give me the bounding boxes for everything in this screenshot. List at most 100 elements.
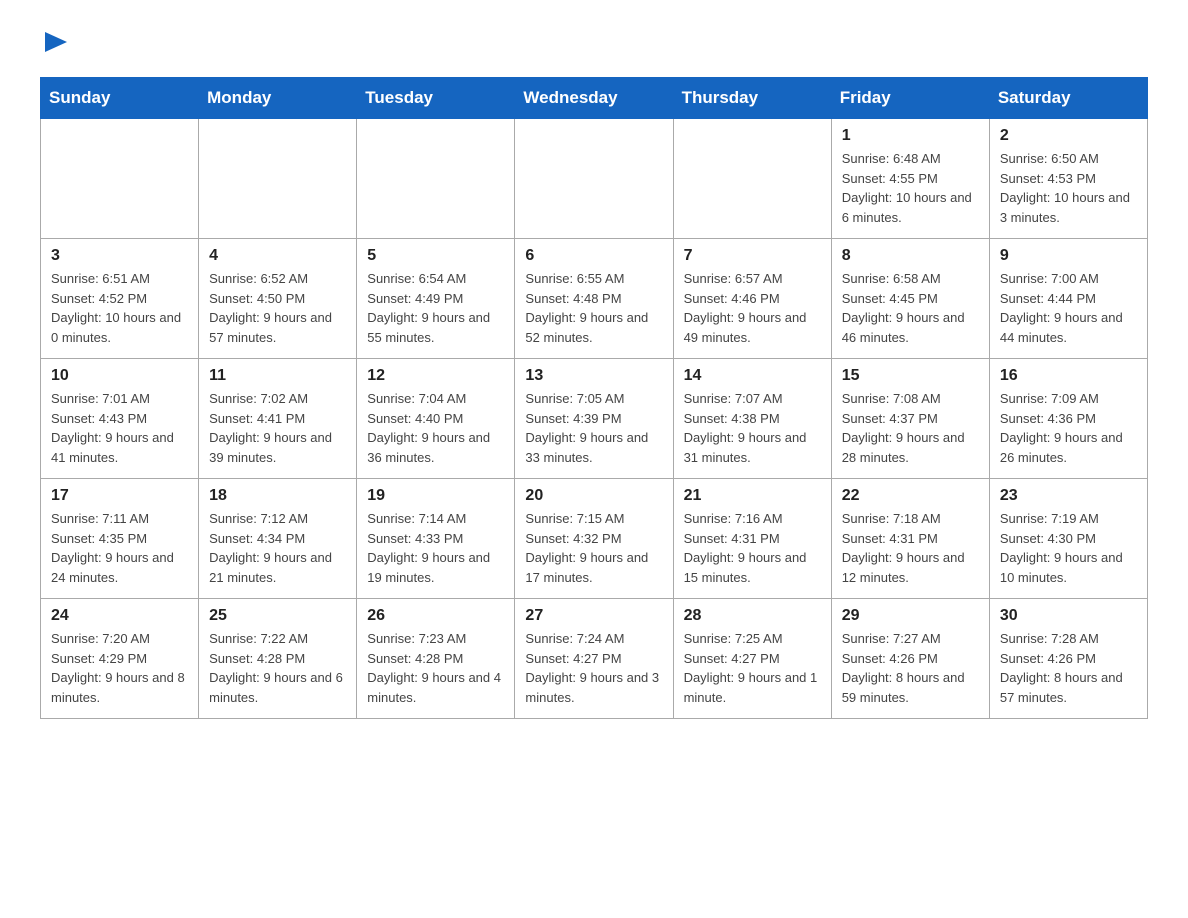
day-info: Sunrise: 7:01 AMSunset: 4:43 PMDaylight:… [51,389,188,467]
calendar-week-row-1: 1 Sunrise: 6:48 AMSunset: 4:55 PMDaylight… [41,119,1148,239]
day-number: 16 [1000,367,1137,385]
day-number: 23 [1000,487,1137,505]
calendar-cell: 18 Sunrise: 7:12 AMSunset: 4:34 PMDayligh… [199,479,357,599]
day-number: 4 [209,247,346,265]
day-number: 21 [684,487,821,505]
day-info: Sunrise: 6:51 AMSunset: 4:52 PMDaylight:… [51,269,188,347]
calendar-cell: 2 Sunrise: 6:50 AMSunset: 4:53 PMDaylight… [989,119,1147,239]
calendar-week-row-2: 3 Sunrise: 6:51 AMSunset: 4:52 PMDaylight… [41,239,1148,359]
day-info: Sunrise: 7:11 AMSunset: 4:35 PMDaylight:… [51,509,188,587]
day-info: Sunrise: 6:50 AMSunset: 4:53 PMDaylight:… [1000,149,1137,227]
day-info: Sunrise: 7:27 AMSunset: 4:26 PMDaylight:… [842,629,979,707]
day-number: 2 [1000,127,1137,145]
day-info: Sunrise: 7:15 AMSunset: 4:32 PMDaylight:… [525,509,662,587]
day-number: 14 [684,367,821,385]
calendar-cell: 27 Sunrise: 7:24 AMSunset: 4:27 PMDayligh… [515,599,673,719]
calendar-cell: 24 Sunrise: 7:20 AMSunset: 4:29 PMDayligh… [41,599,199,719]
day-number: 17 [51,487,188,505]
day-info: Sunrise: 7:18 AMSunset: 4:31 PMDaylight:… [842,509,979,587]
calendar-cell [199,119,357,239]
calendar-cell: 22 Sunrise: 7:18 AMSunset: 4:31 PMDayligh… [831,479,989,599]
calendar-cell: 19 Sunrise: 7:14 AMSunset: 4:33 PMDayligh… [357,479,515,599]
calendar-cell [515,119,673,239]
day-info: Sunrise: 7:23 AMSunset: 4:28 PMDaylight:… [367,629,504,707]
calendar-cell: 3 Sunrise: 6:51 AMSunset: 4:52 PMDaylight… [41,239,199,359]
day-info: Sunrise: 7:02 AMSunset: 4:41 PMDaylight:… [209,389,346,467]
calendar-cell: 10 Sunrise: 7:01 AMSunset: 4:43 PMDayligh… [41,359,199,479]
calendar-cell: 20 Sunrise: 7:15 AMSunset: 4:32 PMDayligh… [515,479,673,599]
day-number: 3 [51,247,188,265]
day-info: Sunrise: 6:58 AMSunset: 4:45 PMDaylight:… [842,269,979,347]
day-info: Sunrise: 6:57 AMSunset: 4:46 PMDaylight:… [684,269,821,347]
calendar-cell: 13Sunrise: 7:05 AMSunset: 4:39 PMDayligh… [515,359,673,479]
calendar-header-row: SundayMondayTuesdayWednesdayThursdayFrid… [41,78,1148,119]
day-number: 6 [525,247,662,265]
calendar-header-wednesday: Wednesday [515,78,673,119]
calendar-cell: 8 Sunrise: 6:58 AMSunset: 4:45 PMDaylight… [831,239,989,359]
calendar-cell: 21Sunrise: 7:16 AMSunset: 4:31 PMDayligh… [673,479,831,599]
calendar-cell: 14Sunrise: 7:07 AMSunset: 4:38 PMDayligh… [673,359,831,479]
calendar-table: SundayMondayTuesdayWednesdayThursdayFrid… [40,77,1148,719]
day-info: Sunrise: 7:14 AMSunset: 4:33 PMDaylight:… [367,509,504,587]
logo [40,30,67,57]
day-info: Sunrise: 6:55 AMSunset: 4:48 PMDaylight:… [525,269,662,347]
day-number: 18 [209,487,346,505]
day-info: Sunrise: 6:52 AMSunset: 4:50 PMDaylight:… [209,269,346,347]
calendar-header-saturday: Saturday [989,78,1147,119]
calendar-week-row-5: 24 Sunrise: 7:20 AMSunset: 4:29 PMDayligh… [41,599,1148,719]
calendar-cell [357,119,515,239]
day-info: Sunrise: 7:20 AMSunset: 4:29 PMDaylight:… [51,629,188,707]
day-number: 26 [367,607,504,625]
day-number: 25 [209,607,346,625]
calendar-cell: 4 Sunrise: 6:52 AMSunset: 4:50 PMDaylight… [199,239,357,359]
calendar-cell: 30Sunrise: 7:28 AMSunset: 4:26 PMDayligh… [989,599,1147,719]
day-number: 28 [684,607,821,625]
calendar-header-sunday: Sunday [41,78,199,119]
day-number: 15 [842,367,979,385]
day-number: 19 [367,487,504,505]
calendar-cell: 23 Sunrise: 7:19 AMSunset: 4:30 PMDayligh… [989,479,1147,599]
calendar-header-monday: Monday [199,78,357,119]
calendar-cell: 28Sunrise: 7:25 AMSunset: 4:27 PMDayligh… [673,599,831,719]
day-info: Sunrise: 7:19 AMSunset: 4:30 PMDaylight:… [1000,509,1137,587]
calendar-cell: 12Sunrise: 7:04 AMSunset: 4:40 PMDayligh… [357,359,515,479]
calendar-week-row-4: 17 Sunrise: 7:11 AMSunset: 4:35 PMDayligh… [41,479,1148,599]
day-number: 10 [51,367,188,385]
day-number: 27 [525,607,662,625]
day-number: 20 [525,487,662,505]
calendar-cell [41,119,199,239]
calendar-header-tuesday: Tuesday [357,78,515,119]
day-info: Sunrise: 6:54 AMSunset: 4:49 PMDaylight:… [367,269,504,347]
day-number: 30 [1000,607,1137,625]
calendar-cell: 6 Sunrise: 6:55 AMSunset: 4:48 PMDaylight… [515,239,673,359]
logo-arrow-icon [45,32,67,52]
calendar-cell: 17 Sunrise: 7:11 AMSunset: 4:35 PMDayligh… [41,479,199,599]
day-number: 8 [842,247,979,265]
day-number: 5 [367,247,504,265]
calendar-week-row-3: 10 Sunrise: 7:01 AMSunset: 4:43 PMDayligh… [41,359,1148,479]
day-number: 7 [684,247,821,265]
calendar-header-thursday: Thursday [673,78,831,119]
day-info: Sunrise: 7:00 AMSunset: 4:44 PMDaylight:… [1000,269,1137,347]
calendar-header-friday: Friday [831,78,989,119]
day-info: Sunrise: 7:12 AMSunset: 4:34 PMDaylight:… [209,509,346,587]
day-number: 24 [51,607,188,625]
calendar-cell: 15 Sunrise: 7:08 AMSunset: 4:37 PMDayligh… [831,359,989,479]
day-info: Sunrise: 7:08 AMSunset: 4:37 PMDaylight:… [842,389,979,467]
calendar-cell: 7 Sunrise: 6:57 AMSunset: 4:46 PMDaylight… [673,239,831,359]
calendar-cell: 1 Sunrise: 6:48 AMSunset: 4:55 PMDaylight… [831,119,989,239]
day-number: 11 [209,367,346,385]
day-number: 1 [842,127,979,145]
day-info: Sunrise: 7:05 AMSunset: 4:39 PMDaylight:… [525,389,662,467]
calendar-cell: 25 Sunrise: 7:22 AMSunset: 4:28 PMDayligh… [199,599,357,719]
day-info: Sunrise: 7:22 AMSunset: 4:28 PMDaylight:… [209,629,346,707]
day-info: Sunrise: 7:04 AMSunset: 4:40 PMDaylight:… [367,389,504,467]
day-number: 22 [842,487,979,505]
calendar-cell: 29 Sunrise: 7:27 AMSunset: 4:26 PMDayligh… [831,599,989,719]
calendar-cell: 5 Sunrise: 6:54 AMSunset: 4:49 PMDaylight… [357,239,515,359]
day-info: Sunrise: 6:48 AMSunset: 4:55 PMDaylight:… [842,149,979,227]
page-header [40,30,1148,57]
day-info: Sunrise: 7:09 AMSunset: 4:36 PMDaylight:… [1000,389,1137,467]
day-info: Sunrise: 7:24 AMSunset: 4:27 PMDaylight:… [525,629,662,707]
day-number: 29 [842,607,979,625]
